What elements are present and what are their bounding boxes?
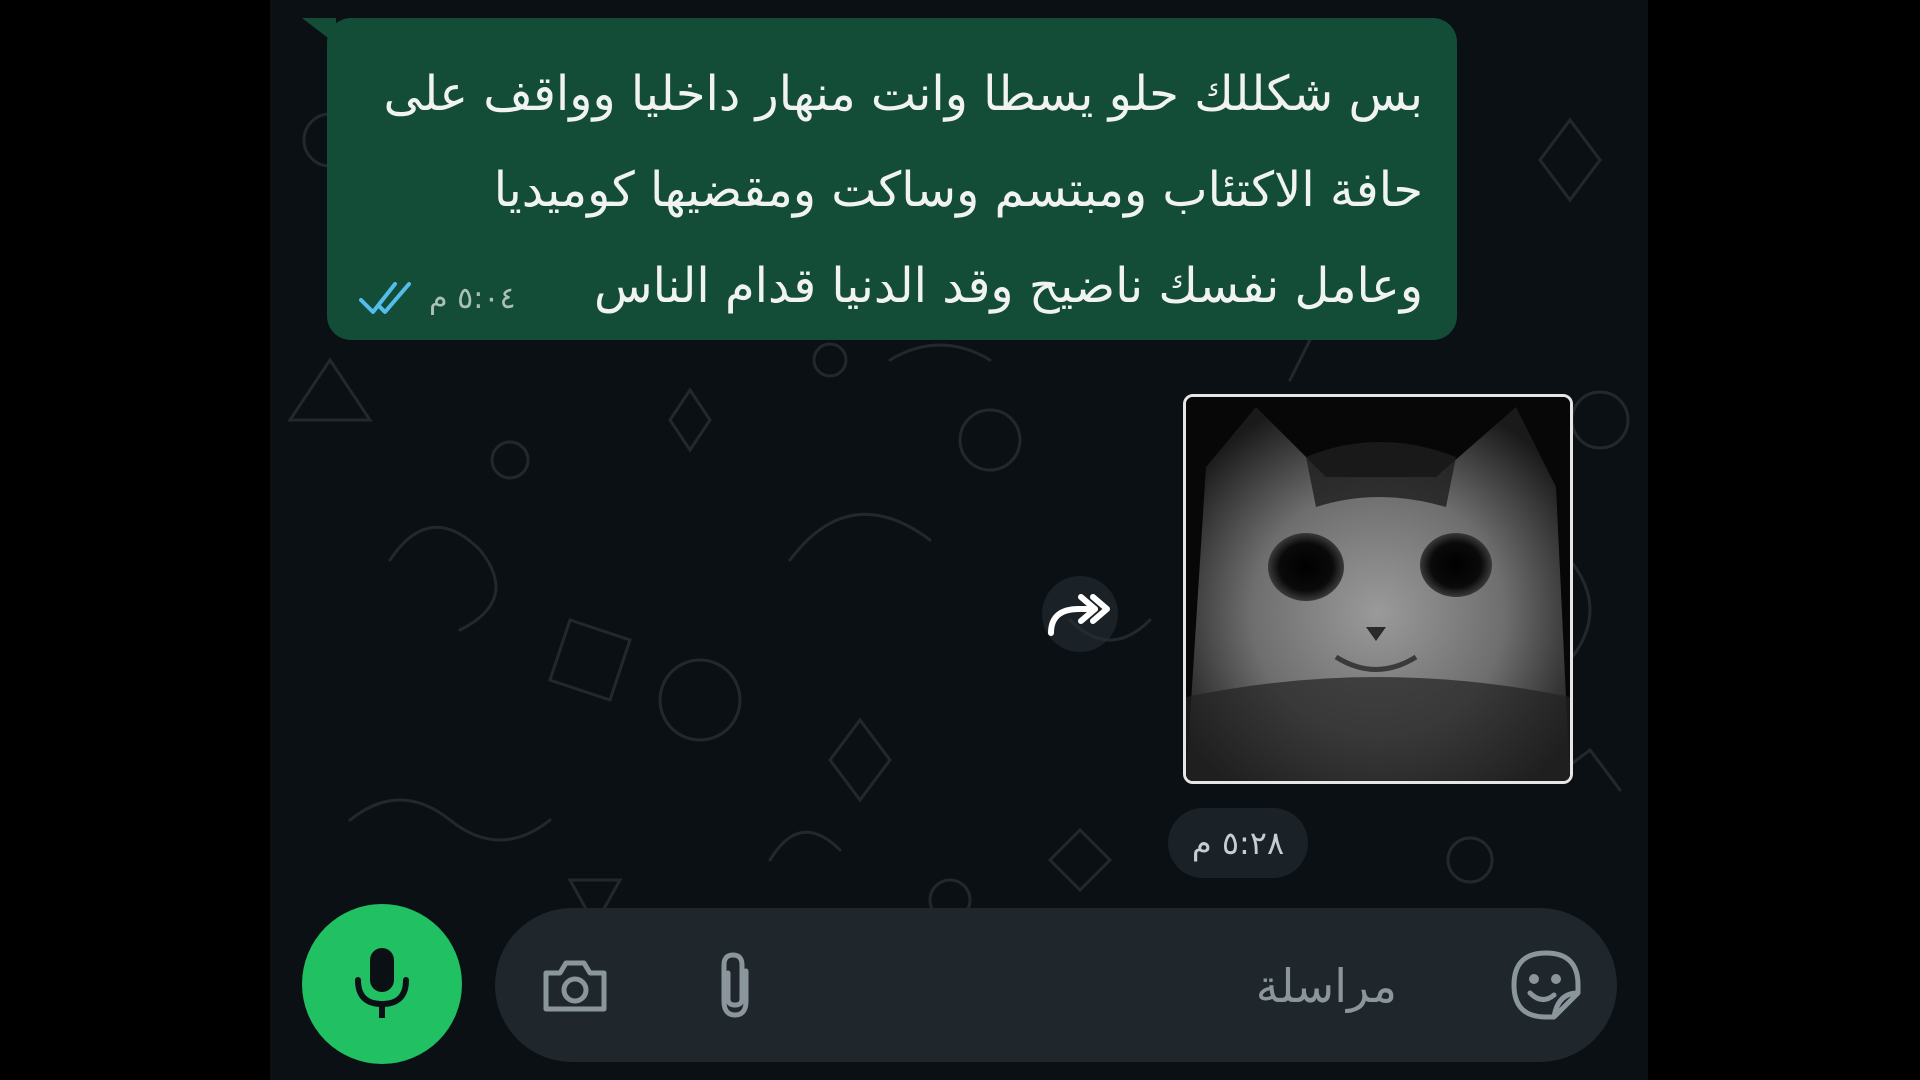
double-check-read-icon bbox=[359, 282, 411, 314]
message-composer bbox=[495, 908, 1617, 1062]
forward-button[interactable] bbox=[1042, 576, 1118, 652]
sticker-time: ٥:٢٨ م bbox=[1168, 808, 1308, 878]
sticker-emoji-icon bbox=[1511, 950, 1581, 1020]
camera-icon bbox=[543, 960, 607, 1012]
attach-button[interactable] bbox=[695, 946, 775, 1026]
message-line: حافة الاكتئاب ومبتسم وساكت ومقضيها كوميد… bbox=[493, 162, 1423, 218]
forward-icon bbox=[1048, 594, 1110, 636]
message-meta: ٥:٠٤ م bbox=[357, 278, 516, 318]
camera-button[interactable] bbox=[535, 946, 615, 1026]
outgoing-message-bubble[interactable]: بس شكللك حلو يسطا وانت منهار داخليا وواق… bbox=[327, 18, 1457, 340]
emoji-sticker-button[interactable] bbox=[1503, 942, 1589, 1028]
chat-screen: بس شكللك حلو يسطا وانت منهار داخليا وواق… bbox=[270, 0, 1648, 1080]
message-input[interactable] bbox=[795, 938, 1399, 1034]
cat-sticker[interactable] bbox=[1183, 394, 1573, 784]
message-line: وعامل نفسك ناضيح وقد الدنيا قدام الناس bbox=[594, 258, 1423, 314]
voice-message-button[interactable] bbox=[302, 904, 462, 1064]
microphone-icon bbox=[355, 948, 409, 1018]
cat-sticker-image bbox=[1186, 397, 1570, 781]
paperclip-icon bbox=[721, 952, 749, 1018]
message-time: ٥:٠٤ م bbox=[429, 280, 516, 316]
message-line: بس شكللك حلو يسطا وانت منهار داخليا وواق… bbox=[383, 66, 1424, 122]
message-text: بس شكللك حلو يسطا وانت منهار داخليا وواق… bbox=[363, 46, 1424, 334]
